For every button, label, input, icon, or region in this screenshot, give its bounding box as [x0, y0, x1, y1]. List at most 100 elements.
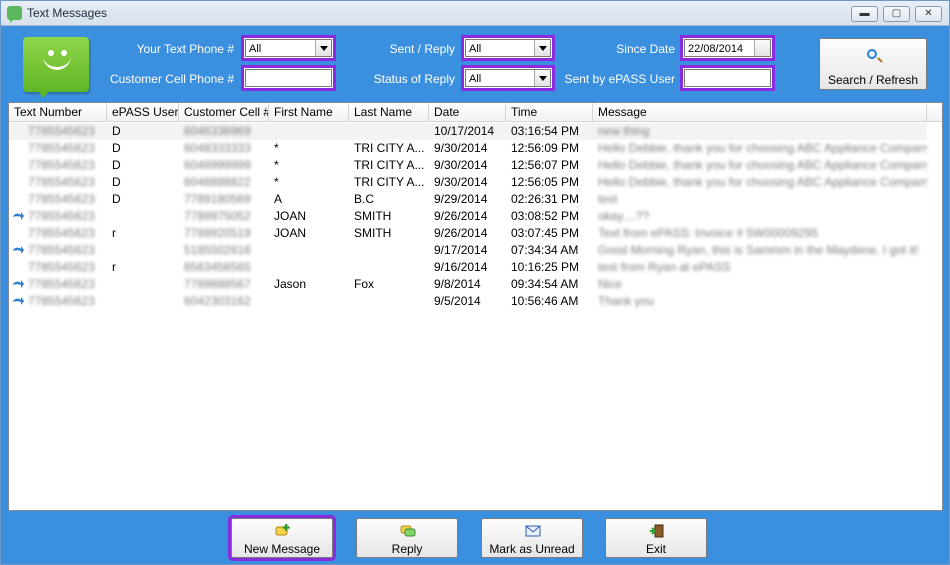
exit-door-icon — [650, 524, 664, 538]
cell-message: Hello Debbie, thank you for choosing ABC… — [598, 158, 927, 172]
cell-first-name: JOAN — [274, 209, 307, 223]
cell-date: 9/17/2014 — [434, 243, 488, 257]
search-refresh-label: Search / Refresh — [827, 73, 919, 87]
cell-customer-cell: 7789180569 — [184, 192, 251, 206]
calendar-icon[interactable] — [754, 40, 770, 56]
cell-first-name — [269, 259, 349, 276]
reply-button[interactable]: Reply — [356, 518, 458, 558]
col-date[interactable]: Date — [429, 103, 506, 121]
table-row[interactable]: 7785545623 D 6046336969 10/17/2014 03:16:54 … — [9, 123, 927, 140]
col-text-number[interactable]: Text Number — [9, 103, 107, 121]
your-text-phone-value: All — [249, 43, 262, 55]
cell-last-name: SMITH — [354, 209, 392, 223]
sent-reply-label: Sent / Reply — [389, 42, 455, 56]
cell-first-name: * — [274, 158, 279, 172]
exit-label: Exit — [645, 542, 666, 556]
table-row[interactable]: 7785545623 7789975052 JOAN SMITH 9/26/2014 03… — [9, 208, 927, 225]
cell-date: 9/26/2014 — [434, 226, 488, 240]
chevron-down-icon[interactable] — [534, 70, 550, 86]
new-message-label: New Message — [243, 542, 321, 556]
cell-text-number: 7785545623 — [28, 277, 95, 291]
minimize-button[interactable]: ▬ — [851, 6, 878, 22]
col-epass-user[interactable]: ePASS User — [107, 103, 179, 121]
table-row[interactable]: 7785545623 7789888567 Jason Fox 9/8/2014 09:3… — [9, 276, 927, 293]
cell-first-name: Jason — [274, 277, 307, 291]
cell-first-name — [269, 123, 349, 140]
envelope-icon — [525, 525, 541, 537]
cell-epass-user: D — [112, 192, 121, 206]
mark-as-unread-label: Mark as Unread — [489, 542, 575, 556]
cell-epass-user: r — [112, 260, 116, 274]
cell-customer-cell: 7789920519 — [184, 226, 251, 240]
table-row[interactable]: 7785545623 6042303162 9/5/2014 10:56:46 AM T… — [9, 293, 927, 310]
cell-epass-user — [107, 293, 179, 310]
title-bar: Text Messages ▬ ▢ ✕ — [1, 1, 949, 26]
cell-date: 9/5/2014 — [434, 294, 481, 308]
new-message-button[interactable]: New Message — [228, 515, 336, 561]
cell-message: okay....?? — [598, 209, 650, 223]
cell-first-name: A — [274, 192, 283, 206]
table-row[interactable]: 7785545623 D 6048333333 * TRI CITY A... 9/30/… — [9, 140, 927, 157]
cell-epass-user: D — [112, 124, 121, 138]
cell-last-name — [349, 293, 429, 310]
cell-text-number: 7785545623 — [28, 124, 95, 138]
close-button[interactable]: ✕ — [915, 6, 942, 22]
status-of-reply-value: All — [469, 73, 482, 85]
table-row[interactable]: 7785545623 D 7789180569 A B.C 9/29/2014 02:26:… — [9, 191, 927, 208]
chevron-down-icon[interactable] — [534, 40, 550, 56]
since-date-picker[interactable]: 22/08/2014 — [680, 35, 775, 61]
exit-button[interactable]: Exit — [605, 518, 707, 558]
cell-last-name: SMITH — [354, 226, 392, 240]
sms-smiley-logo-icon — [23, 37, 89, 98]
table-row[interactable]: 7785545623 D 6048888822 * TRI CITY A... 9/30/… — [9, 174, 927, 191]
col-message[interactable]: Message — [593, 103, 927, 121]
col-last-name[interactable]: Last Name — [349, 103, 429, 121]
sent-reply-select[interactable]: All — [461, 35, 555, 61]
search-icon — [867, 49, 877, 59]
cell-last-name: TRI CITY A... — [354, 141, 425, 155]
col-customer-cell[interactable]: Customer Cell # — [179, 103, 269, 121]
col-time[interactable]: Time — [506, 103, 593, 121]
status-of-reply-select[interactable]: All — [461, 65, 555, 91]
your-text-phone-select[interactable]: All — [241, 35, 336, 61]
cell-message: test — [598, 192, 618, 206]
cell-text-number: 7785545623 — [28, 226, 95, 240]
col-first-name[interactable]: First Name — [269, 103, 349, 121]
table-row[interactable]: 7785545623 r 7789920519 JOAN SMITH 9/26/2014 0… — [9, 225, 927, 242]
cell-time: 12:56:07 PM — [511, 158, 580, 172]
cell-epass-user: D — [112, 141, 121, 155]
text-messages-window: Text Messages ▬ ▢ ✕ Your Text Phone # Al… — [0, 0, 950, 565]
table-row[interactable]: 7785545623 5185502616 9/17/2014 07:34:34 AM… — [9, 242, 927, 259]
chevron-down-icon[interactable] — [315, 40, 331, 56]
cell-customer-cell: 7789888567 — [184, 277, 251, 291]
cell-time: 07:34:34 AM — [511, 243, 579, 257]
reply-icon — [400, 525, 416, 537]
cell-time: 10:16:25 PM — [511, 260, 580, 274]
cell-customer-cell: 6042303162 — [184, 294, 251, 308]
cell-first-name: * — [274, 175, 279, 189]
cell-text-number: 7785545623 — [28, 175, 95, 189]
cell-customer-cell: 6046336969 — [184, 124, 251, 138]
cell-first-name: JOAN — [274, 226, 307, 240]
cell-text-number: 7785545623 — [28, 141, 95, 155]
status-of-reply-label: Status of Reply — [373, 72, 455, 86]
sent-by-user-input[interactable] — [680, 65, 775, 91]
mark-as-unread-button[interactable]: Mark as Unread — [481, 518, 583, 558]
your-text-phone-label: Your Text Phone # — [136, 42, 234, 56]
cell-first-name — [269, 242, 349, 259]
cell-last-name: B.C — [354, 192, 375, 206]
search-refresh-button[interactable]: Search / Refresh — [819, 38, 927, 90]
reply-label: Reply — [391, 542, 423, 556]
maximize-button[interactable]: ▢ — [883, 6, 910, 22]
table-row[interactable]: 7785545623 r 6563456565 9/16/2014 10:16:25 P… — [9, 259, 927, 276]
customer-cell-input[interactable] — [241, 65, 336, 91]
cell-last-name: TRI CITY A... — [354, 158, 425, 172]
table-row[interactable]: 7785545623 D 6049999999 * TRI CITY A... 9/30/… — [9, 157, 927, 174]
cell-epass-user — [107, 242, 179, 259]
cell-text-number: 7785545623 — [28, 158, 95, 172]
cell-first-name — [269, 293, 349, 310]
cell-last-name — [349, 123, 429, 140]
cell-customer-cell: 7789975052 — [184, 209, 251, 223]
cell-text-number: 7785545623 — [28, 243, 95, 257]
messages-table[interactable]: Text Number ePASS User Customer Cell # F… — [8, 102, 943, 511]
